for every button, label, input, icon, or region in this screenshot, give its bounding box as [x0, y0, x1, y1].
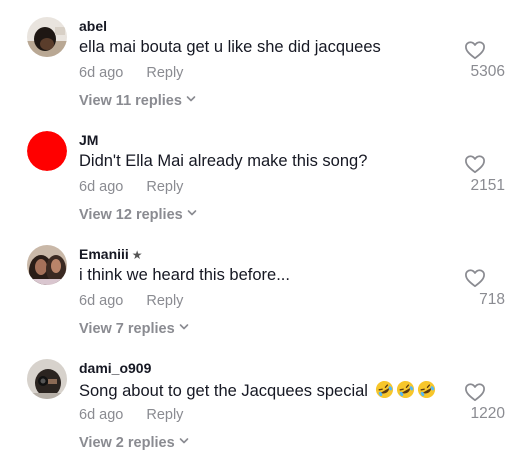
avatar[interactable] — [27, 359, 67, 399]
username[interactable]: abel — [79, 18, 107, 34]
view-replies-button[interactable]: View 2 replies — [79, 435, 189, 451]
reply-button[interactable]: Reply — [146, 179, 183, 195]
comment-item: JM Didn't Ella Mai already make this son… — [0, 116, 525, 230]
view-replies-label: View 12 replies — [79, 207, 183, 223]
username[interactable]: Emaniii ★ — [79, 246, 143, 262]
comment-text: ella mai bouta get u like she did jacque… — [79, 38, 381, 56]
like-group: 2151 — [445, 154, 505, 195]
comment-meta: 6d ago Reply — [79, 65, 183, 81]
comment-text: Song about to get the Jacquees special — [79, 380, 436, 401]
view-replies-label: View 7 replies — [79, 321, 175, 337]
heart-outline-icon[interactable] — [464, 154, 486, 174]
avatar[interactable] — [27, 17, 67, 57]
reply-button[interactable]: Reply — [146, 65, 183, 81]
like-group: 5306 — [445, 40, 505, 81]
reply-button[interactable]: Reply — [146, 293, 183, 309]
comment-text-body: Song about to get the Jacquees special — [79, 382, 368, 400]
like-count: 718 — [479, 291, 505, 308]
username[interactable]: dami_o909 — [79, 360, 151, 376]
view-replies-button[interactable]: View 11 replies — [79, 93, 196, 109]
comment-meta: 6d ago Reply — [79, 179, 183, 195]
heart-outline-icon[interactable] — [464, 382, 486, 402]
comment-meta: 6d ago Reply — [79, 293, 183, 309]
comment-text: Didn't Ella Mai already make this song? — [79, 152, 368, 170]
timestamp: 6d ago — [79, 65, 124, 81]
timestamp: 6d ago — [79, 407, 124, 423]
like-count: 2151 — [470, 177, 505, 194]
comment-item: dami_o909 Song about to get the Jacquees… — [0, 344, 525, 458]
chevron-down-icon — [179, 324, 188, 330]
view-replies-label: View 11 replies — [79, 93, 182, 109]
heart-outline-icon[interactable] — [464, 40, 486, 60]
view-replies-button[interactable]: View 12 replies — [79, 207, 197, 223]
like-group: 718 — [445, 268, 505, 309]
rolling-on-floor-laughing-emoji — [396, 380, 414, 399]
heart-outline-icon[interactable] — [464, 268, 486, 288]
chevron-down-icon — [187, 210, 197, 216]
chevron-down-icon — [186, 96, 196, 102]
comment-meta: 6d ago Reply — [79, 407, 183, 423]
rolling-on-floor-laughing-emoji — [375, 380, 393, 399]
view-replies-label: View 2 replies — [79, 435, 175, 451]
username[interactable]: JM — [79, 132, 98, 148]
reply-button[interactable]: Reply — [146, 407, 183, 423]
rolling-on-floor-laughing-emoji — [417, 380, 435, 399]
timestamp: 6d ago — [79, 179, 124, 195]
chevron-down-icon — [179, 438, 188, 444]
view-replies-button[interactable]: View 7 replies — [79, 321, 189, 337]
like-group: 1220 — [445, 382, 505, 423]
timestamp: 6d ago — [79, 293, 124, 309]
comment-text: i think we heard this before... — [79, 266, 290, 284]
comment-item: abel ella mai bouta get u like she did j… — [0, 2, 525, 116]
avatar[interactable] — [27, 131, 67, 171]
star-badge: ★ — [131, 248, 143, 262]
avatar[interactable] — [27, 245, 67, 285]
comment-item: Emaniii ★ i think we heard this before...… — [0, 230, 525, 344]
like-count: 1220 — [470, 405, 505, 422]
like-count: 5306 — [470, 63, 505, 80]
